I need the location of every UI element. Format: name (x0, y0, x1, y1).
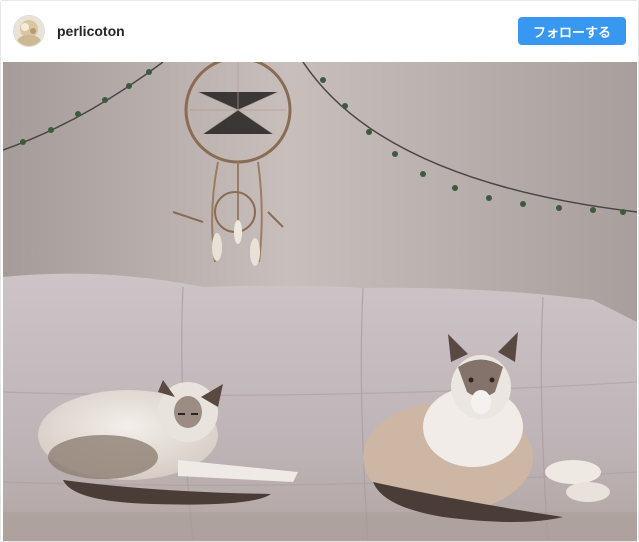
post-photo[interactable] (3, 62, 637, 541)
follow-button[interactable]: フォローする (518, 17, 626, 45)
avatar[interactable] (13, 15, 45, 47)
avatar-image (14, 16, 44, 46)
instagram-embed-card: perlicoton フォローする (0, 0, 639, 542)
username[interactable]: perlicoton (57, 23, 125, 39)
post-header: perlicoton フォローする (1, 1, 638, 61)
